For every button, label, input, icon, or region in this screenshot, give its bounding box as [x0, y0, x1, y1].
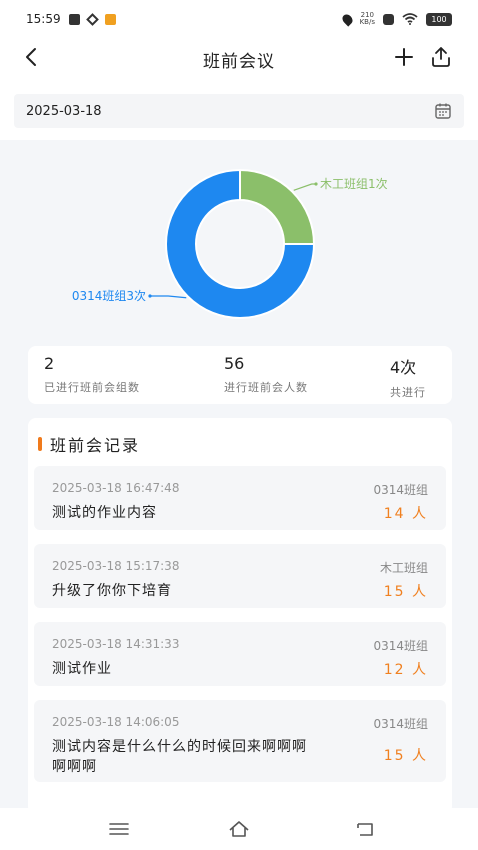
notification-icon [68, 13, 80, 25]
record-content: 测试内容是什么什么的时候回来啊啊啊啊啊啊 [52, 739, 307, 775]
donut-chart-svg: 木工班组1次 0314班组3次 [72, 168, 388, 319]
section-accent-bar [38, 437, 42, 451]
record-team: 0314班组 [373, 483, 428, 497]
record-item[interactable]: 2025-03-18 14:31:33 0314班组 测试作业 12 人 [34, 622, 446, 686]
record-team: 0314班组 [373, 639, 428, 653]
location-icon [340, 11, 355, 27]
back-icon[interactable] [354, 820, 376, 838]
stat-people: 56 进行班前会人数 [224, 354, 308, 394]
stats-card: 2 已进行班前会组数 56 进行班前会人数 4次 共进行 [28, 346, 452, 404]
record-item[interactable]: 2025-03-18 15:17:38 木工班组 升级了你你下培育 15 人 [34, 544, 446, 608]
date-value: 2025-03-18 [26, 103, 102, 119]
records-card: 班前会记录 2025-03-18 16:47:48 0314班组 测试的作业内容… [28, 418, 452, 814]
donut-slice-1 [239, 168, 316, 245]
plus-icon[interactable] [390, 41, 418, 73]
record-content: 测试的作业内容 [52, 505, 157, 521]
record-item[interactable]: 2025-03-18 14:06:05 0314班组 测试内容是什么什么的时候回… [34, 700, 446, 782]
record-time: 2025-03-18 14:06:05 [52, 715, 180, 729]
record-content: 测试作业 [52, 661, 112, 677]
record-count: 14 人 [383, 506, 428, 522]
status-left: 15:59 [26, 12, 116, 26]
record-item[interactable]: 2025-03-18 16:47:48 0314班组 测试的作业内容 14 人 [34, 466, 446, 530]
wifi-icon [402, 13, 418, 25]
warning-icon [104, 13, 116, 25]
donut-label-2: 0314班组3次 [72, 289, 146, 303]
team-donut-chart: 木工班组1次 0314班组3次 [14, 140, 464, 336]
record-count: 12 人 [383, 662, 428, 678]
record-count: 15 人 [383, 748, 428, 764]
record-time: 2025-03-18 16:47:48 [52, 481, 180, 495]
content-area: 木工班组1次 0314班组3次 2 已进行班前会组数 56 进行班前会人数 4次 … [0, 140, 478, 814]
stat-groups: 2 已进行班前会组数 [44, 354, 140, 394]
record-team: 木工班组 [379, 561, 428, 575]
sim-icon [383, 13, 394, 25]
nav-bar: 班前会议 [0, 38, 478, 80]
net-speed: 210 KB/s [359, 11, 375, 26]
record-time: 2025-03-18 14:31:33 [52, 637, 180, 651]
status-right: 210 KB/s 100 [340, 11, 452, 27]
record-team: 0314班组 [373, 717, 428, 731]
menu-icon[interactable] [108, 820, 130, 838]
donut-leader-dot-2 [148, 294, 152, 298]
system-nav-bar [0, 808, 478, 850]
home-icon[interactable] [228, 820, 250, 838]
stat-total: 4次 共进行 [390, 358, 426, 399]
app-notification-icon [85, 12, 99, 26]
record-time: 2025-03-18 15:17:38 [52, 559, 180, 573]
records-header: 班前会记录 [38, 432, 140, 456]
status-time: 15:59 [26, 12, 61, 26]
share-icon[interactable] [428, 44, 454, 70]
date-filter[interactable]: 2025-03-18 [14, 94, 464, 128]
donut-leader-dot-1 [314, 182, 318, 186]
donut-label-1: 木工班组1次 [320, 177, 388, 191]
record-content: 升级了你你下培育 [52, 583, 172, 599]
status-bar: 15:59 210 KB/s 100 [0, 0, 478, 38]
calendar-icon[interactable] [434, 102, 452, 120]
battery-icon: 100 [426, 12, 452, 26]
donut-leader-line-2 [150, 295, 187, 299]
donut-leader-line-1 [293, 183, 316, 191]
record-count: 15 人 [383, 584, 428, 600]
records-title: 班前会记录 [50, 436, 141, 455]
